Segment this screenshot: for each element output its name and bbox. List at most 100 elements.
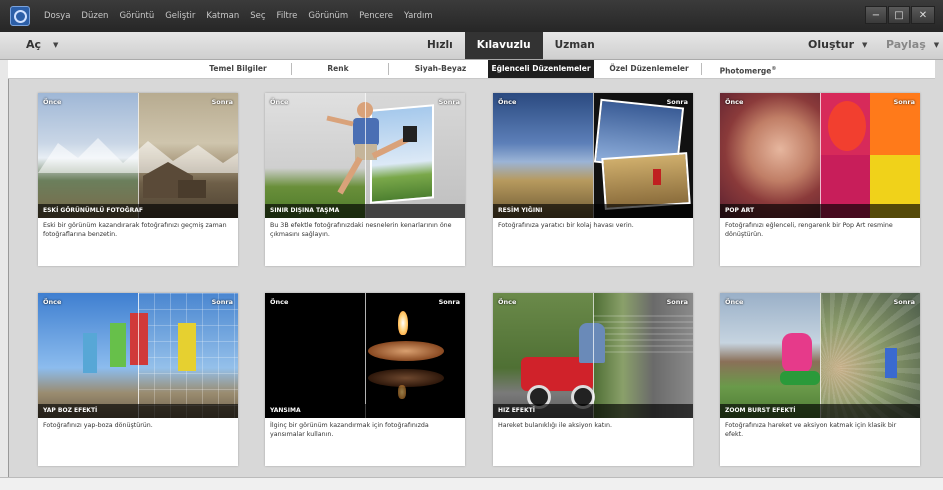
after-label: Sonra <box>666 298 688 306</box>
before-label: Önce <box>725 98 744 106</box>
before-image <box>265 293 365 418</box>
title-strip: SINIR DIŞINA TAŞMA <box>265 204 465 218</box>
effect-description: Eski bir görünüm kazandırarak fotoğrafın… <box>43 222 227 238</box>
effect-description: Hareket bulanıklığı ile aksiyon katın. <box>498 422 613 429</box>
before-after-divider <box>820 293 821 418</box>
left-panel-edge <box>0 60 9 477</box>
create-label: Oluştur <box>808 38 855 51</box>
pop-art-face <box>828 101 866 151</box>
bottom-panel-bar <box>0 477 943 490</box>
flame-reflection <box>398 385 406 399</box>
share-button[interactable]: Paylaş ▼ <box>886 38 939 51</box>
zoom-burst-rays <box>820 293 920 418</box>
tab-special-edits[interactable]: Özel Düzenlemeler <box>600 60 698 78</box>
candle-reflection <box>368 369 444 387</box>
tab-photomerge[interactable]: Photomerge® <box>708 60 788 78</box>
photoshop-elements-window: Dosya Düzen Görüntü Geliştir Katman Seç … <box>0 0 943 490</box>
mode-switcher: Hızlı Kılavuzlu Uzman <box>415 32 607 59</box>
effect-thumbnail: Önce Sonra POP ART <box>720 93 920 218</box>
close-button[interactable]: ✕ <box>911 6 935 24</box>
effect-thumbnail: Önce Sonra ESKİ GÖRÜNÜMLÜ FOTOĞRAF <box>38 93 238 218</box>
maximize-button[interactable]: □ <box>888 6 910 24</box>
title-strip: YAP BOZ EFEKTİ <box>38 404 238 418</box>
title-strip: RESİM YIĞINI <box>493 204 693 218</box>
effect-title: RESİM YIĞINI <box>498 207 543 214</box>
open-label: Aç <box>26 38 42 51</box>
effect-card-old-fashioned-photo[interactable]: Önce Sonra ESKİ GÖRÜNÜMLÜ FOTOĞRAF Eski … <box>38 93 238 266</box>
effect-thumbnail: Önce Sonra RESİM YIĞINI <box>493 93 693 218</box>
child-figure <box>110 323 126 367</box>
menu-gelistir[interactable]: Geliştir <box>165 11 195 21</box>
child-figure <box>782 333 812 373</box>
tab-photomerge-label: Photomerge <box>719 66 772 76</box>
tab-basics[interactable]: Temel Bilgiler <box>193 60 283 78</box>
effect-card-speed-effect[interactable]: Önce Sonra HIZ EFEKTİ Hareket bulanıklığ… <box>493 293 693 466</box>
effect-card-zoom-burst[interactable]: Önce Sonra ZOOM BURST EFEKTİ Fotoğrafını… <box>720 293 920 466</box>
effect-thumbnail: Önce Sonra HIZ EFEKTİ <box>493 293 693 418</box>
before-after-divider <box>138 293 139 418</box>
create-button[interactable]: Oluştur ▼ <box>808 38 867 51</box>
title-strip: POP ART <box>720 204 920 218</box>
before-after-divider <box>138 93 139 218</box>
before-after-divider <box>593 293 594 418</box>
before-label: Önce <box>43 298 62 306</box>
app-logo-icon[interactable] <box>10 6 30 26</box>
menu-dosya[interactable]: Dosya <box>44 11 70 21</box>
effect-card-picture-stack[interactable]: Önce Sonra RESİM YIĞINI Fotoğrafınıza ya… <box>493 93 693 266</box>
menu-katman[interactable]: Katman <box>206 11 239 21</box>
menu-sec[interactable]: Seç <box>250 11 265 21</box>
effect-card-reflection[interactable]: Önce Sonra YANSIMA İlginç bir görünüm ka… <box>265 293 465 466</box>
registered-mark: ® <box>771 66 777 72</box>
effect-card-pop-art[interactable]: Önce Sonra POP ART Fotoğrafınızı eğlence… <box>720 93 920 266</box>
effect-title: ZOOM BURST EFEKTİ <box>725 407 796 414</box>
effect-title: HIZ EFEKTİ <box>498 407 535 414</box>
effect-title: YANSIMA <box>270 407 301 414</box>
effect-thumbnail: Önce Sonra YAP BOZ EFEKTİ <box>38 293 238 418</box>
mode-expert[interactable]: Uzman <box>543 32 607 59</box>
before-label: Önce <box>498 98 517 106</box>
before-image <box>493 93 593 218</box>
mode-quick[interactable]: Hızlı <box>415 32 465 59</box>
chevron-down-icon: ▼ <box>862 40 868 49</box>
motion-blur-lines <box>593 313 693 353</box>
effect-description: Fotoğrafınıza yaratıcı bir kolaj havası … <box>498 222 634 229</box>
effect-thumbnail: Önce Sonra ZOOM BURST EFEKTİ <box>720 293 920 418</box>
tab-black-white[interactable]: Siyah-Beyaz <box>403 60 478 78</box>
after-label: Sonra <box>893 298 915 306</box>
tab-fun-edits-label: Eğlenceli Düzenlemeler <box>488 60 594 78</box>
menu-pencere[interactable]: Pencere <box>359 11 393 21</box>
mode-bar: Aç ▼ Hızlı Kılavuzlu Uzman Oluştur ▼ Pay… <box>0 32 943 60</box>
menu-gorunum[interactable]: Görünüm <box>308 11 348 21</box>
effect-description: Fotoğrafınızı eğlenceli, rengarenk bir P… <box>725 222 893 238</box>
barn-shape <box>143 162 206 198</box>
effect-title: POP ART <box>725 207 755 214</box>
menu-yardim[interactable]: Yardım <box>404 11 433 21</box>
after-image <box>593 293 693 418</box>
tab-color[interactable]: Renk <box>308 60 368 78</box>
before-after-divider <box>820 93 821 218</box>
effect-title: YAP BOZ EFEKTİ <box>43 407 98 414</box>
effect-thumbnail: Önce Sonra YANSIMA <box>265 293 465 418</box>
menu-goruntu[interactable]: Görüntü <box>119 11 154 21</box>
after-label: Sonra <box>893 98 915 106</box>
effect-title: SINIR DIŞINA TAŞMA <box>270 207 340 214</box>
child-figure <box>885 348 897 378</box>
minimize-button[interactable]: − <box>865 6 887 24</box>
before-after-divider <box>365 293 366 418</box>
effect-thumbnail: Önce Sonra SINIR DIŞINA TAŞMA <box>265 93 465 218</box>
share-label: Paylaş <box>886 38 926 51</box>
window-controls: − □ ✕ <box>865 6 935 24</box>
open-button[interactable]: Aç ▼ <box>26 38 58 51</box>
child-figure <box>579 323 605 363</box>
title-strip: YANSIMA <box>265 404 465 418</box>
menu-filtre[interactable]: Filtre <box>277 11 298 21</box>
mode-guided[interactable]: Kılavuzlu <box>464 32 543 59</box>
guided-category-tabs: Temel Bilgiler Renk Siyah-Beyaz Eğlencel… <box>8 60 935 79</box>
child-figure <box>130 313 148 365</box>
before-image <box>720 93 820 218</box>
effect-card-puzzle[interactable]: Önce Sonra YAP BOZ EFEKTİ Fotoğrafınızı … <box>38 293 238 466</box>
effect-card-out-of-bounds[interactable]: Önce Sonra SINIR DIŞINA TAŞMA Bu 3B efek… <box>265 93 465 266</box>
before-label: Önce <box>498 298 517 306</box>
menu-duzen[interactable]: Düzen <box>81 11 108 21</box>
tab-fun-edits[interactable]: Eğlenceli Düzenlemeler <box>488 60 594 78</box>
